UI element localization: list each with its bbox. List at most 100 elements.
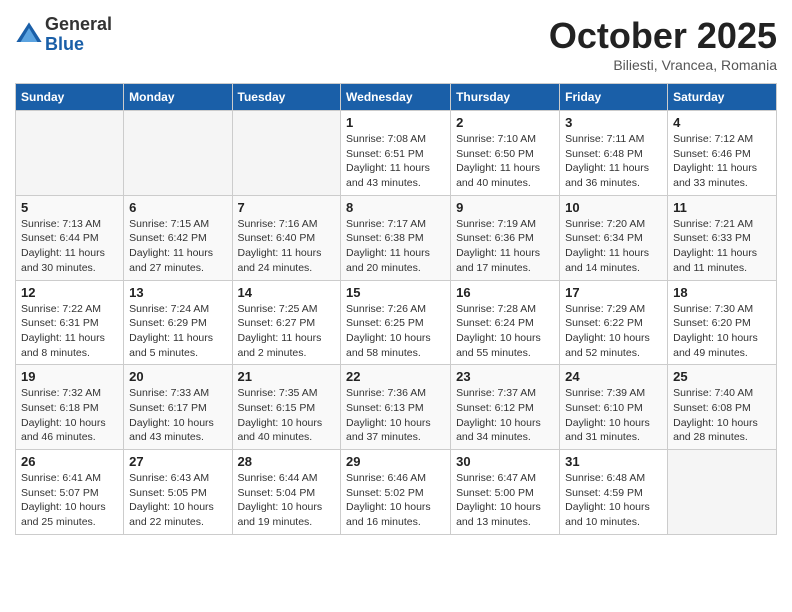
calendar-cell: 6Sunrise: 7:15 AM Sunset: 6:42 PM Daylig… [124, 195, 232, 280]
calendar-cell: 17 Sunrise: 7:29 AM Sunset: 6:22 PM Dayli… [560, 280, 668, 365]
weekday-header-tuesday: Tuesday [232, 84, 341, 111]
calendar-cell: 31 Sunrise: 6:48 AM Sunset: 4:59 PM Dayli… [560, 450, 668, 535]
calendar-cell: 26 Sunrise: 6:41 AM Sunset: 5:07 PM Dayli… [16, 450, 124, 535]
day-info: Sunrise: 7:40 AM Sunset: 6:08 PM Dayligh… [673, 386, 771, 445]
day-number: 19 [21, 369, 118, 384]
day-number: 25 [673, 369, 771, 384]
calendar-cell: 11Sunrise: 7:21 AM Sunset: 6:33 PM Dayli… [668, 195, 777, 280]
calendar-cell: 8 Sunrise: 7:17 AM Sunset: 6:38 PM Daylig… [341, 195, 451, 280]
day-number: 10 [565, 200, 662, 215]
weekday-header-wednesday: Wednesday [341, 84, 451, 111]
location-subtitle: Biliesti, Vrancea, Romania [549, 57, 777, 73]
day-number: 30 [456, 454, 554, 469]
calendar-week-row: 5 Sunrise: 7:13 AM Sunset: 6:44 PM Daylig… [16, 195, 777, 280]
day-number: 9 [456, 200, 554, 215]
day-number: 29 [346, 454, 445, 469]
day-number: 28 [238, 454, 336, 469]
day-number: 5 [21, 200, 118, 215]
day-info: Sunrise: 7:08 AM Sunset: 6:51 PM Dayligh… [346, 132, 445, 191]
month-title: October 2025 [549, 15, 777, 57]
day-info: Sunrise: 7:37 AM Sunset: 6:12 PM Dayligh… [456, 386, 554, 445]
calendar-cell: 22 Sunrise: 7:36 AM Sunset: 6:13 PM Dayli… [341, 365, 451, 450]
calendar-cell: 25 Sunrise: 7:40 AM Sunset: 6:08 PM Dayli… [668, 365, 777, 450]
day-number: 8 [346, 200, 445, 215]
day-info: Sunrise: 6:43 AM Sunset: 5:05 PM Dayligh… [129, 471, 226, 530]
calendar-cell: 14 Sunrise: 7:25 AM Sunset: 6:27 PM Dayli… [232, 280, 341, 365]
day-info: Sunrise: 7:29 AM Sunset: 6:22 PM Dayligh… [565, 302, 662, 361]
calendar-cell: 10 Sunrise: 7:20 AM Sunset: 6:34 PM Dayli… [560, 195, 668, 280]
day-info: Sunrise: 7:39 AM Sunset: 6:10 PM Dayligh… [565, 386, 662, 445]
day-info: Sunrise: 7:25 AM Sunset: 6:27 PM Dayligh… [238, 302, 336, 361]
calendar-cell: 2Sunrise: 7:10 AM Sunset: 6:50 PM Daylig… [451, 111, 560, 196]
day-info: Sunrise: 7:16 AM Sunset: 6:40 PM Dayligh… [238, 217, 336, 276]
day-info: Sunrise: 7:28 AM Sunset: 6:24 PM Dayligh… [456, 302, 554, 361]
calendar-cell [16, 111, 124, 196]
day-info: Sunrise: 7:13 AM Sunset: 6:44 PM Dayligh… [21, 217, 118, 276]
weekday-header-monday: Monday [124, 84, 232, 111]
calendar-cell: 19 Sunrise: 7:32 AM Sunset: 6:18 PM Dayli… [16, 365, 124, 450]
day-number: 31 [565, 454, 662, 469]
calendar-cell [124, 111, 232, 196]
day-info: Sunrise: 7:17 AM Sunset: 6:38 PM Dayligh… [346, 217, 445, 276]
day-number: 17 [565, 285, 662, 300]
day-number: 3 [565, 115, 662, 130]
weekday-header-saturday: Saturday [668, 84, 777, 111]
calendar-cell: 21Sunrise: 7:35 AM Sunset: 6:15 PM Dayli… [232, 365, 341, 450]
calendar-cell: 4Sunrise: 7:12 AM Sunset: 6:46 PM Daylig… [668, 111, 777, 196]
day-number: 27 [129, 454, 226, 469]
day-number: 11 [673, 200, 771, 215]
day-info: Sunrise: 6:44 AM Sunset: 5:04 PM Dayligh… [238, 471, 336, 530]
calendar-cell: 12 Sunrise: 7:22 AM Sunset: 6:31 PM Dayli… [16, 280, 124, 365]
day-info: Sunrise: 7:33 AM Sunset: 6:17 PM Dayligh… [129, 386, 226, 445]
calendar-cell: 30 Sunrise: 6:47 AM Sunset: 5:00 PM Dayli… [451, 450, 560, 535]
day-number: 14 [238, 285, 336, 300]
day-info: Sunrise: 7:32 AM Sunset: 6:18 PM Dayligh… [21, 386, 118, 445]
weekday-header-friday: Friday [560, 84, 668, 111]
calendar-cell: 18Sunrise: 7:30 AM Sunset: 6:20 PM Dayli… [668, 280, 777, 365]
day-info: Sunrise: 6:48 AM Sunset: 4:59 PM Dayligh… [565, 471, 662, 530]
calendar-week-row: 19 Sunrise: 7:32 AM Sunset: 6:18 PM Dayli… [16, 365, 777, 450]
day-number: 26 [21, 454, 118, 469]
calendar-cell: 9 Sunrise: 7:19 AM Sunset: 6:36 PM Daylig… [451, 195, 560, 280]
day-number: 13 [129, 285, 226, 300]
logo: General Blue [15, 15, 112, 55]
day-info: Sunrise: 7:20 AM Sunset: 6:34 PM Dayligh… [565, 217, 662, 276]
day-info: Sunrise: 7:12 AM Sunset: 6:46 PM Dayligh… [673, 132, 771, 191]
calendar-cell: 20 Sunrise: 7:33 AM Sunset: 6:17 PM Dayli… [124, 365, 232, 450]
day-number: 24 [565, 369, 662, 384]
day-info: Sunrise: 7:19 AM Sunset: 6:36 PM Dayligh… [456, 217, 554, 276]
day-number: 1 [346, 115, 445, 130]
day-info: Sunrise: 7:24 AM Sunset: 6:29 PM Dayligh… [129, 302, 226, 361]
day-number: 7 [238, 200, 336, 215]
day-info: Sunrise: 7:26 AM Sunset: 6:25 PM Dayligh… [346, 302, 445, 361]
calendar-week-row: 26 Sunrise: 6:41 AM Sunset: 5:07 PM Dayli… [16, 450, 777, 535]
calendar-cell: 5 Sunrise: 7:13 AM Sunset: 6:44 PM Daylig… [16, 195, 124, 280]
day-info: Sunrise: 6:41 AM Sunset: 5:07 PM Dayligh… [21, 471, 118, 530]
calendar-cell: 1 Sunrise: 7:08 AM Sunset: 6:51 PM Daylig… [341, 111, 451, 196]
calendar-cell [668, 450, 777, 535]
day-number: 20 [129, 369, 226, 384]
title-block: October 2025 Biliesti, Vrancea, Romania [549, 15, 777, 73]
day-info: Sunrise: 7:36 AM Sunset: 6:13 PM Dayligh… [346, 386, 445, 445]
page-header: General Blue October 2025 Biliesti, Vran… [15, 15, 777, 73]
day-number: 23 [456, 369, 554, 384]
logo-general-text: General [45, 15, 112, 35]
day-number: 22 [346, 369, 445, 384]
day-info: Sunrise: 7:22 AM Sunset: 6:31 PM Dayligh… [21, 302, 118, 361]
day-number: 15 [346, 285, 445, 300]
calendar-table: SundayMondayTuesdayWednesdayThursdayFrid… [15, 83, 777, 535]
day-number: 16 [456, 285, 554, 300]
day-info: Sunrise: 7:30 AM Sunset: 6:20 PM Dayligh… [673, 302, 771, 361]
weekday-header-thursday: Thursday [451, 84, 560, 111]
calendar-week-row: 1 Sunrise: 7:08 AM Sunset: 6:51 PM Daylig… [16, 111, 777, 196]
day-number: 21 [238, 369, 336, 384]
weekday-header-sunday: Sunday [16, 84, 124, 111]
day-number: 12 [21, 285, 118, 300]
day-info: Sunrise: 6:47 AM Sunset: 5:00 PM Dayligh… [456, 471, 554, 530]
day-info: Sunrise: 6:46 AM Sunset: 5:02 PM Dayligh… [346, 471, 445, 530]
calendar-cell: 7 Sunrise: 7:16 AM Sunset: 6:40 PM Daylig… [232, 195, 341, 280]
day-number: 6 [129, 200, 226, 215]
calendar-cell: 3Sunrise: 7:11 AM Sunset: 6:48 PM Daylig… [560, 111, 668, 196]
calendar-cell: 15 Sunrise: 7:26 AM Sunset: 6:25 PM Dayli… [341, 280, 451, 365]
calendar-cell: 23 Sunrise: 7:37 AM Sunset: 6:12 PM Dayli… [451, 365, 560, 450]
